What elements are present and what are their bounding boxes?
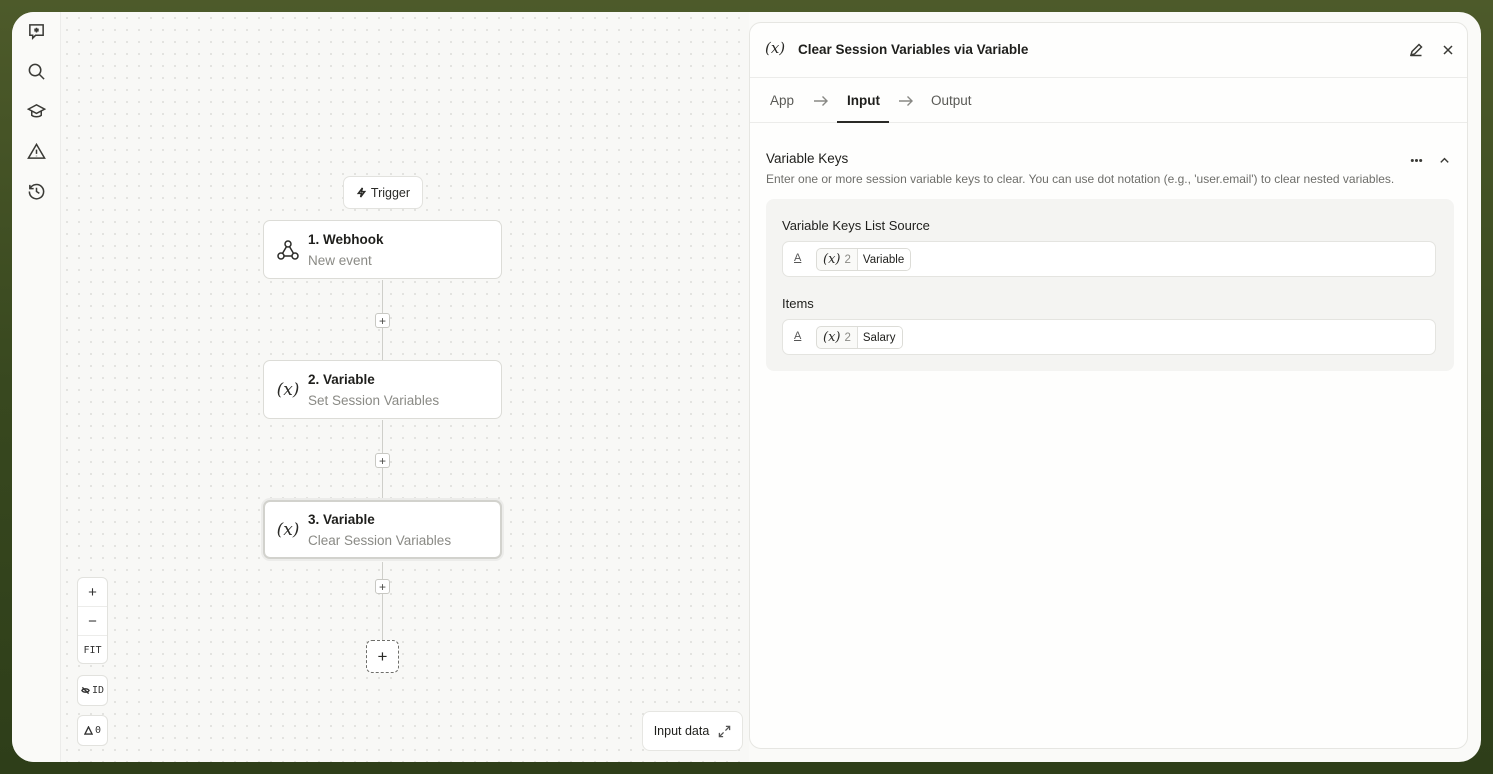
variable-icon: (x) [765,39,786,57]
variable-keys-source-field[interactable]: A (x) 2 Variable [782,241,1436,277]
node-subtitle: Clear Session Variables [308,533,452,548]
arrow-right-icon [898,94,914,106]
warning-small-icon [83,726,93,735]
text-type-icon: A [794,252,802,264]
warnings-button[interactable]: 0 [77,715,108,746]
items-field[interactable]: A (x) 2 Salary [782,319,1436,355]
workflow-node-webhook[interactable]: 1. Webhook New event [263,220,502,279]
field-label: Variable Keys List Source [782,218,930,233]
add-step-button[interactable]: + [366,640,399,673]
eye-off-icon [81,686,90,695]
active-tab-indicator [837,121,889,123]
chevron-up-icon [1439,157,1449,163]
input-data-button[interactable]: Input data [642,711,743,751]
variable-reference-pill[interactable]: (x) 2 Salary [816,326,903,349]
history-icon[interactable] [25,180,47,202]
tab-output[interactable]: Output [931,93,972,108]
expand-icon [719,725,731,737]
ellipsis-icon [1410,158,1422,162]
panel-title: Clear Session Variables via Variable [798,42,1029,57]
field-label: Items [782,296,814,311]
variable-icon: (x) [823,252,841,267]
trigger-button[interactable]: Trigger [343,176,423,209]
arrow-right-icon [813,94,829,106]
more-options-button[interactable] [1407,151,1425,169]
variable-icon: (x) [823,330,841,345]
search-icon[interactable] [25,60,47,82]
insert-step-button[interactable]: + [375,579,390,594]
node-title: 3. Variable [308,512,375,527]
fields-group: Variable Keys List Source A (x) 2 Variab… [766,199,1454,371]
step-tabs: App Input Output [750,78,1467,123]
zoom-controls: + − FIT [77,577,108,664]
pencil-icon [1409,43,1423,57]
close-icon [1443,45,1453,55]
toggle-ids-button[interactable]: ID [77,675,108,706]
variable-icon: (x) [276,520,300,540]
left-rail [12,12,61,762]
edge-connector [382,562,383,642]
fit-view-button[interactable]: FIT [78,636,107,665]
node-subtitle: Set Session Variables [308,393,440,408]
input-data-label: Input data [653,724,710,738]
text-type-icon: A [794,330,802,342]
learn-cap-icon[interactable] [25,100,47,122]
bolt-icon [356,187,367,198]
collapse-section-button[interactable] [1435,151,1453,169]
variable-icon: (x) [276,380,300,400]
warnings-count: 0 [94,725,102,736]
workspace-logo-icon[interactable] [25,20,47,42]
section-title: Variable Keys [766,151,849,166]
step-config-panel: (x) Clear Session Variables via Variable… [749,22,1468,749]
workflow-node-set-variables[interactable]: (x) 2. Variable Set Session Variables [263,360,502,419]
insert-step-button[interactable]: + [375,313,390,328]
trigger-label: Trigger [370,185,411,200]
node-title: 2. Variable [308,372,375,387]
pill-label: Salary [857,327,902,348]
app-window: Trigger 1. Webhook New event + (x) 2. Va… [12,12,1481,762]
toggle-ids-label: ID [91,685,105,696]
tab-app[interactable]: App [770,93,794,108]
tab-input[interactable]: Input [847,93,880,108]
close-button[interactable] [1439,41,1457,59]
workflow-node-clear-variables[interactable]: (x) 3. Variable Clear Session Variables [263,500,502,559]
pill-step-number: 2 [844,327,858,348]
pill-step-number: 2 [844,249,858,270]
zoom-out-button[interactable]: − [78,607,107,636]
pill-label: Variable [857,249,911,270]
edit-button[interactable] [1407,41,1425,59]
panel-header: (x) Clear Session Variables via Variable [750,23,1467,78]
insert-step-button[interactable]: + [375,453,390,468]
zoom-in-button[interactable]: + [78,578,107,607]
node-subtitle: New event [308,253,372,268]
section-description: Enter one or more session variable keys … [766,172,1395,186]
workflow-canvas[interactable]: Trigger 1. Webhook New event + (x) 2. Va… [61,12,749,762]
warning-icon[interactable] [25,140,47,162]
webhook-icon [275,237,301,263]
variable-reference-pill[interactable]: (x) 2 Variable [816,248,912,271]
node-title: 1. Webhook [308,232,384,247]
